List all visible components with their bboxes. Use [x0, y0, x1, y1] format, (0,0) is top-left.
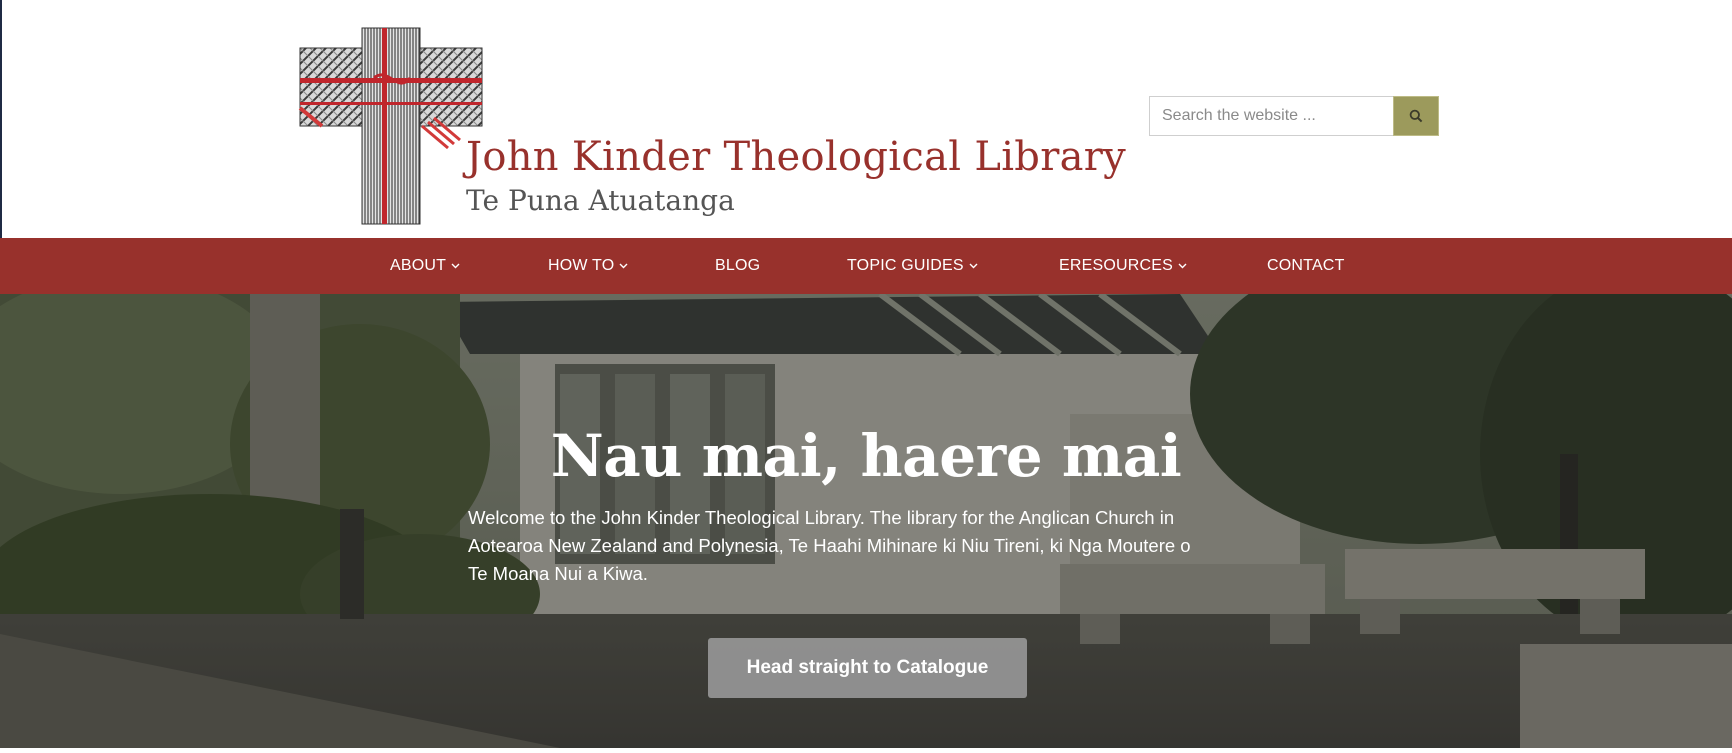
nav-item-label: CONTACT	[1267, 257, 1345, 274]
page-bottom-edge	[0, 748, 1732, 753]
chevron-down-icon	[619, 263, 628, 269]
chevron-down-icon	[451, 263, 460, 269]
catalogue-button[interactable]: Head straight to Catalogue	[708, 638, 1027, 698]
nav-item-topic-guides[interactable]: TOPIC GUIDES	[847, 238, 978, 294]
nav-item-about[interactable]: ABOUT	[390, 238, 460, 294]
nav-item-how-to[interactable]: HOW TO	[548, 238, 628, 294]
logo-subtitle: Te Puna Atuatanga	[466, 184, 735, 217]
search-input[interactable]	[1149, 96, 1393, 136]
woven-cross-logo	[298, 27, 483, 225]
nav-item-label: BLOG	[715, 257, 761, 274]
search-button[interactable]	[1393, 96, 1439, 136]
nav-item-contact[interactable]: CONTACT	[1267, 238, 1345, 294]
logo-title: John Kinder Theological Library	[466, 134, 1127, 180]
hero-welcome-text: Welcome to the John Kinder Theological L…	[468, 507, 1191, 584]
chevron-down-icon	[969, 263, 978, 269]
main-nav: ABOUT HOW TO BLOG TOPIC GUIDES ERESOURCE…	[0, 238, 1732, 294]
nav-item-blog[interactable]: BLOG	[715, 238, 760, 294]
nav-item-label: ABOUT	[390, 257, 447, 274]
nav-item-label: HOW TO	[548, 257, 615, 274]
site-logo-link[interactable]: John Kinder Theological Library Te Puna …	[298, 26, 1126, 226]
chevron-down-icon	[1178, 263, 1187, 269]
hero-title: Nau mai, haere mai	[550, 422, 1182, 490]
hero-banner: Nau mai, haere mai Welcome to the John K…	[0, 294, 1732, 748]
nav-item-label: ERESOURCES	[1059, 257, 1174, 274]
nav-item-eresources[interactable]: ERESOURCES	[1059, 238, 1187, 294]
search-form	[1149, 96, 1439, 136]
site-header: John Kinder Theological Library Te Puna …	[0, 0, 1732, 238]
nav-item-label: TOPIC GUIDES	[847, 257, 964, 274]
search-icon	[1409, 109, 1423, 123]
